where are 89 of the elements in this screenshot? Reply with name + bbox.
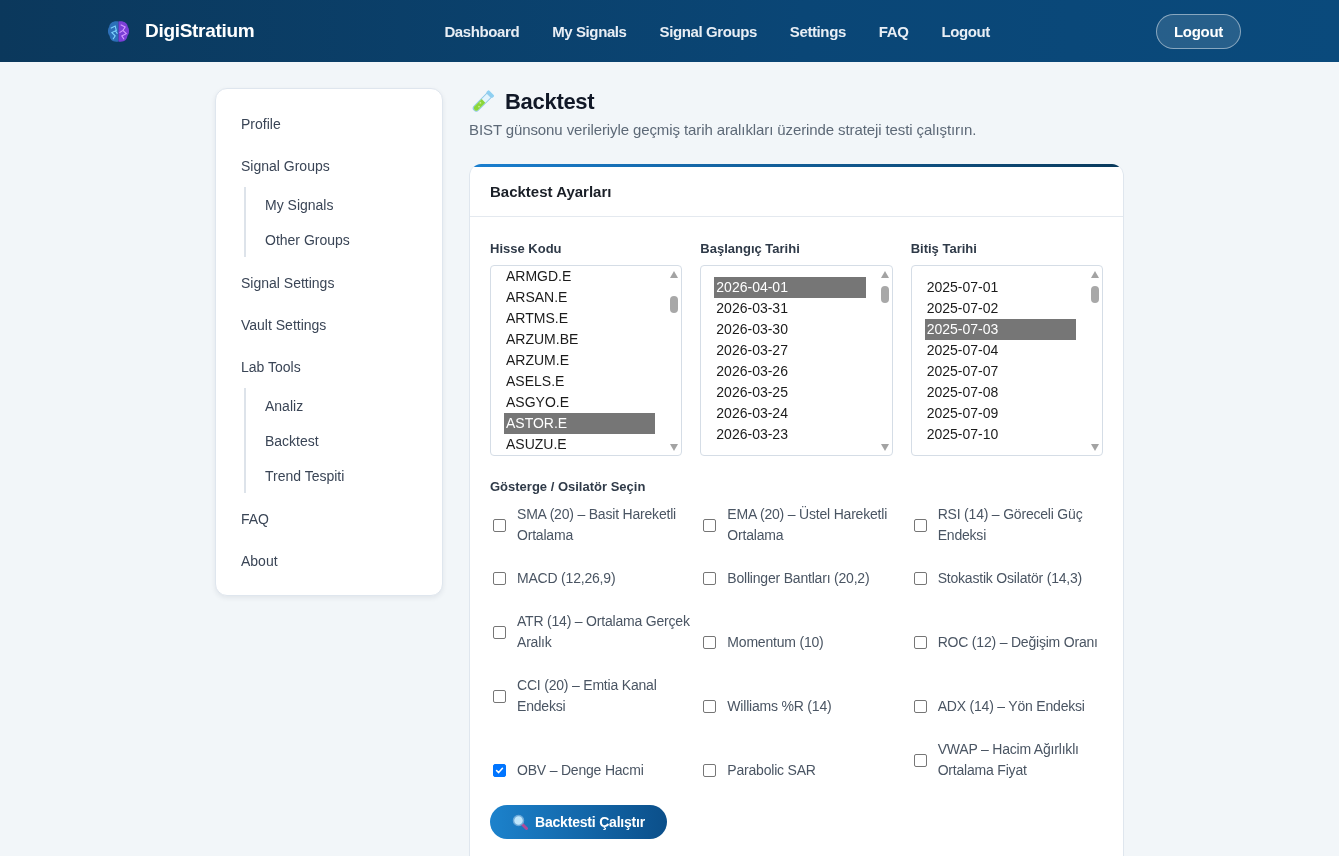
checkbox-label: Williams %R (14) (727, 697, 832, 716)
list-option[interactable]: 2026-03-30 (714, 319, 866, 340)
field-label: Hisse Kodu (490, 241, 563, 257)
checkbox-label: Stokastik Osilatör (14,3) (937, 569, 1083, 588)
checkbox-label: ROC (12) – Değişim Oranı (937, 633, 1098, 652)
checkbox-label: SMA (20) – Basit Hareketli Ortalama (517, 505, 677, 545)
brain-logo-icon (108, 20, 129, 42)
checkbox-label: EMA (20) – Üstel Hareketli Ortalama (727, 505, 889, 545)
list-option[interactable]: ARZUM.BE (504, 329, 656, 350)
checkbox-label: RSI (14) – Göreceli Güç Endeksi (937, 505, 1084, 545)
nav-link[interactable]: Signal Groups (659, 22, 757, 40)
sidebar-item[interactable]: Backtest (246, 423, 442, 458)
sidebar-item[interactable]: Lab Tools (216, 346, 442, 388)
checkbox[interactable] (913, 700, 927, 713)
list-option[interactable]: ASELS.E (504, 371, 656, 392)
checkbox[interactable] (913, 636, 927, 649)
list-option[interactable]: 2025-07-04 (924, 340, 1076, 361)
list-option[interactable]: 2025-07-09 (924, 403, 1076, 424)
sidebar-item[interactable]: Profile (216, 103, 442, 145)
list-option[interactable]: 2025-07-07 (924, 361, 1076, 382)
sidebar-item[interactable]: About (216, 540, 442, 582)
checkbox-label: OBV – Denge Hacmi (517, 761, 644, 780)
list-option[interactable]: ARSAN.E (504, 287, 656, 308)
checkbox[interactable] (913, 753, 927, 767)
list-option[interactable]: 2026-04-01 (714, 277, 866, 298)
list-option[interactable]: 2025-07-01 (924, 277, 1076, 298)
checkbox[interactable] (913, 518, 927, 532)
list-option[interactable]: 2026-03-27 (714, 340, 866, 361)
checkbox-label: ADX (14) – Yön Endeksi (937, 697, 1085, 716)
checkbox[interactable] (703, 700, 717, 713)
list-option[interactable]: 2025-07-03 (924, 319, 1076, 340)
list-option[interactable]: ASGYO.E (504, 392, 656, 413)
list-option[interactable]: 2026-03-31 (714, 298, 866, 319)
brand-name[interactable]: DigiStratium (145, 20, 255, 42)
checkbox-label: ATR (14) – Ortalama Gerçek Aralık (517, 612, 691, 652)
nav-link[interactable]: Logout (941, 22, 990, 40)
sidebar-item[interactable]: Trend Tespiti (246, 458, 442, 493)
checkbox[interactable] (493, 572, 506, 585)
nav-link[interactable]: Dashboard (444, 22, 520, 40)
checkbox[interactable] (913, 572, 927, 585)
sidebar-item[interactable]: Vault Settings (216, 304, 442, 346)
section-label: Gösterge / Osilatör Seçin (490, 479, 647, 495)
page-title: Backtest (505, 89, 595, 115)
nav-link[interactable]: My Signals (552, 22, 627, 40)
page-subtitle: BIST günsonu verileriyle geçmiş tarih aralıkları üzerinde strateji testi çalıştırın. (469, 121, 978, 138)
sidebar-item[interactable]: Signal Groups (216, 145, 442, 187)
checkbox-label: Parabolic SAR (727, 761, 816, 780)
test-tube-icon (471, 90, 495, 114)
list-box[interactable]: 2025-07-01 2025-07-02 2025-07-03 2025-07-04 2025-07-07 2025-07-08 2025-07-09 2025-07-10 (910, 265, 1103, 456)
field-label: Bitiş Tarihi (910, 241, 978, 257)
search-icon (512, 814, 528, 830)
checkbox-label: VWAP – Hacim Ağırlıklı Ortalama Fiyat (937, 740, 1080, 780)
list-option[interactable]: ARZUM.E (504, 350, 656, 371)
checkbox[interactable] (703, 572, 717, 585)
list-box[interactable]: 2026-04-01 2026-03-31 2026-03-30 2026-03-27 2026-03-26 2026-03-25 2026-03-24 2026-03-23 (700, 265, 893, 456)
sidebar-item[interactable]: My Signals (246, 187, 442, 222)
checkbox[interactable] (493, 518, 506, 532)
list-box[interactable]: ARMGD.E ARSAN.E ARTMS.E ARZUM.BE ARZUM.E ASELS.E ASGYO.E ASTOR.E ASUZU.E (490, 265, 683, 456)
sidebar-item[interactable]: Analiz (246, 388, 442, 423)
list-option[interactable]: 2026-03-23 (714, 424, 866, 445)
checkbox-label: MACD (12,26,9) (517, 569, 616, 588)
list-option[interactable]: ARTMS.E (504, 308, 656, 329)
checkbox[interactable] (703, 518, 717, 532)
sidebar-item[interactable]: Other Groups (246, 222, 442, 257)
checkbox[interactable] (493, 689, 506, 703)
list-option[interactable]: 2025-07-10 (924, 424, 1076, 445)
checkbox-label: Bollinger Bantları (20,2) (727, 569, 870, 588)
list-option[interactable]: ASUZU.E (504, 434, 656, 455)
checkbox-label: CCI (20) – Emtia Kanal Endeksi (517, 676, 658, 716)
sidebar-item[interactable]: FAQ (216, 498, 442, 540)
list-option[interactable]: ARMGD.E (504, 266, 656, 287)
checkbox[interactable] (493, 625, 506, 639)
checkbox[interactable] (703, 764, 717, 777)
sidebar-item[interactable]: Signal Settings (216, 262, 442, 304)
run-backtest-button[interactable]: Backtesti Çalıştır (490, 805, 667, 839)
nav-link[interactable]: FAQ (878, 22, 909, 40)
checkbox[interactable] (493, 764, 506, 777)
checkbox-label: Momentum (10) (727, 633, 824, 652)
list-option[interactable]: 2025-07-02 (924, 298, 1076, 319)
checkbox[interactable] (703, 636, 717, 649)
list-option[interactable]: 2025-07-08 (924, 382, 1076, 403)
field-label: Başlangıç Tarihi (700, 241, 801, 257)
card-title: Backtest Ayarları (490, 183, 612, 200)
list-option[interactable]: 2026-03-26 (714, 361, 866, 382)
list-option[interactable]: 2026-03-25 (714, 382, 866, 403)
list-option[interactable]: 2026-03-24 (714, 403, 866, 424)
logout-button[interactable]: Logout (1156, 13, 1241, 49)
list-option[interactable]: ASTOR.E (504, 413, 656, 434)
nav-link[interactable]: Settings (789, 22, 846, 40)
